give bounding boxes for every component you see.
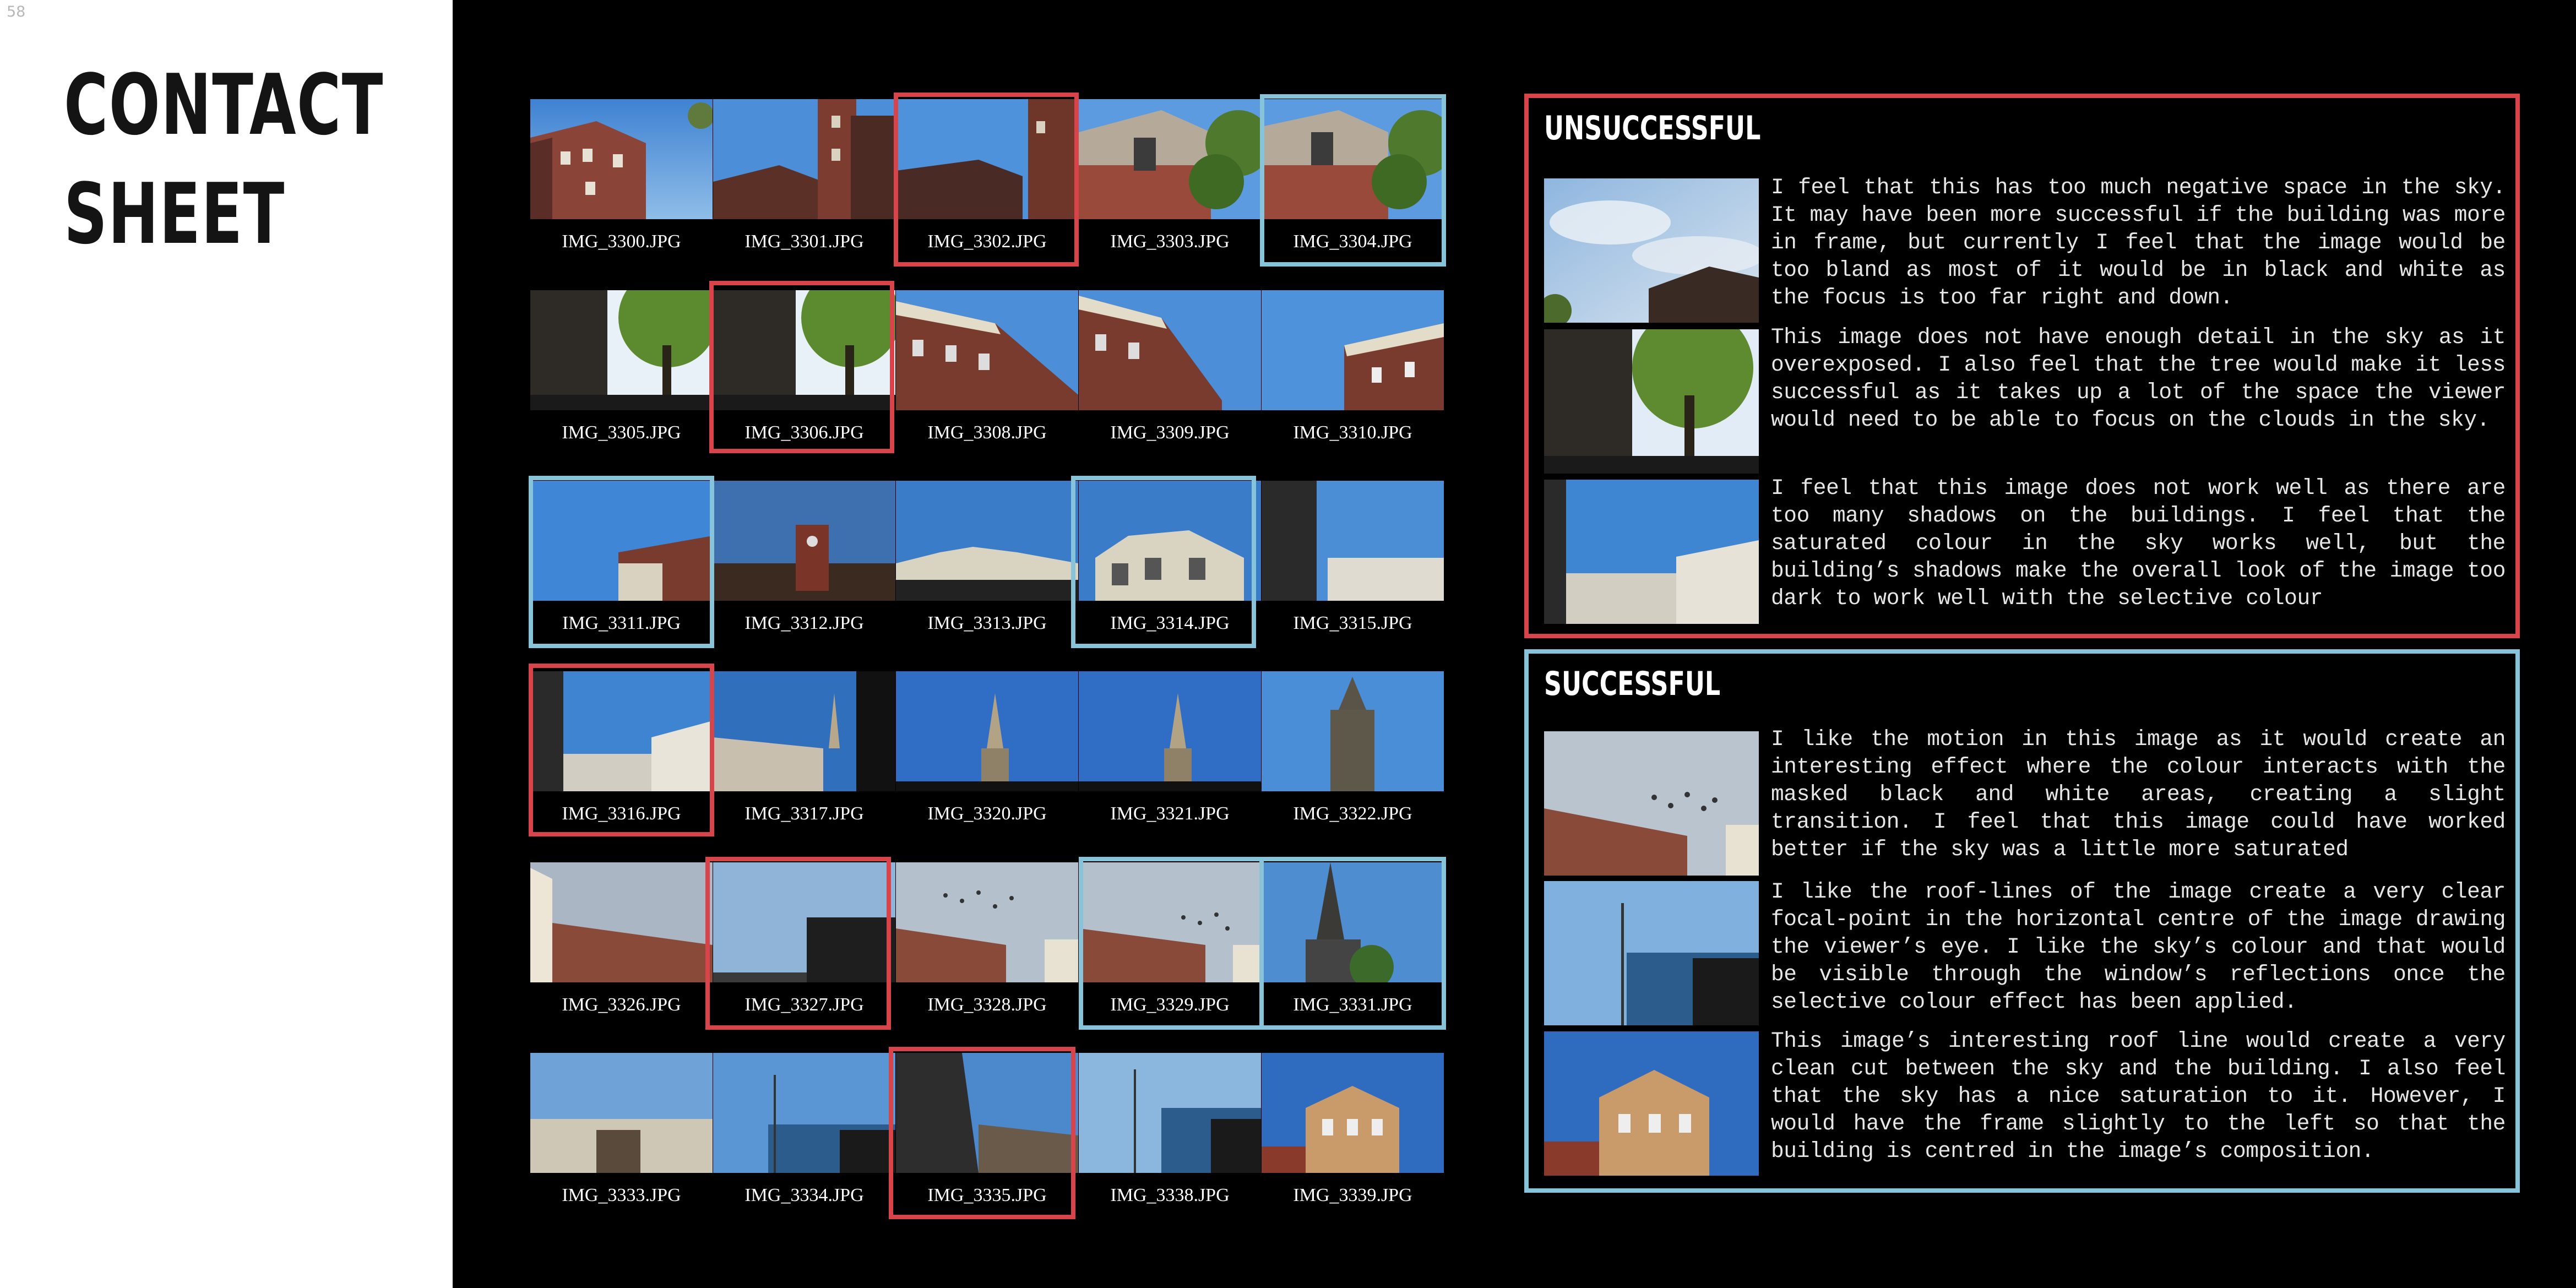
thumbnail-filename: IMG_3317.JPG (744, 803, 864, 824)
thumbnail[interactable]: IMG_3308.JPG (896, 290, 1078, 461)
unsuccessful-heading: UNSUCCESSFUL (1544, 109, 1761, 148)
thumbnail[interactable]: IMG_3326.JPG (530, 862, 713, 1033)
thumbnail[interactable]: IMG_3321.JPG (1079, 671, 1261, 842)
thumbnail-filename: IMG_3321.JPG (1110, 803, 1230, 824)
photo-building-tree (1079, 99, 1261, 219)
photo-church-spire (1079, 671, 1261, 791)
unsuccessful-selection-frame (529, 664, 714, 836)
successful-panel: SUCCESSFUL I like the motion in this ima… (1524, 649, 2520, 1193)
successful-comment: I like the motion in this image as it wo… (1771, 727, 2506, 862)
photo-street-buildings (1262, 481, 1444, 601)
page-number: 58 (7, 3, 26, 20)
photo-building-sky (1079, 290, 1261, 410)
photo-building-sky (896, 290, 1078, 410)
photo-church-tower (1262, 671, 1444, 791)
thumbnail[interactable]: IMG_3333.JPG (530, 1053, 713, 1224)
thumbnail-filename: IMG_3315.JPG (1293, 613, 1412, 633)
photo-tree-building (530, 290, 713, 410)
photo-church-spire (896, 671, 1078, 791)
photo-church-spire (713, 671, 895, 791)
unsuccessful-comment: I feel that this image does not work wel… (1771, 476, 2506, 611)
thumbnail[interactable]: IMG_3322.JPG (1262, 671, 1444, 842)
photo-building-sky (1544, 178, 1759, 323)
thumbnail-filename: IMG_3333.JPG (562, 1185, 681, 1205)
thumbnail[interactable]: IMG_3313.JPG (896, 481, 1078, 651)
photo-birds-brick (1544, 731, 1759, 876)
thumbnail[interactable]: IMG_3303.JPG (1079, 99, 1261, 270)
thumbnail[interactable]: IMG_3310.JPG (1262, 290, 1444, 461)
successful-comment: I like the roof-lines of the image creat… (1771, 879, 2506, 1014)
thumbnail-filename: IMG_3310.JPG (1293, 422, 1412, 443)
thumbnail-filename: IMG_3303.JPG (1110, 231, 1230, 252)
thumbnail[interactable]: IMG_3309.JPG (1079, 290, 1261, 461)
thumbnail[interactable]: IMG_3312.JPG (713, 481, 895, 651)
thumbnail-filename: IMG_3313.JPG (927, 613, 1047, 633)
unsuccessful-selection-frame (705, 857, 891, 1030)
thumbnail[interactable]: IMG_3300.JPG (530, 99, 713, 270)
thumbnail-filename: IMG_3334.JPG (744, 1185, 864, 1205)
thumbnail-filename: IMG_3305.JPG (562, 422, 681, 443)
photo-modern-building (1544, 881, 1759, 1025)
thumbnail[interactable]: IMG_3315.JPG (1262, 481, 1444, 651)
photo-modern-building (713, 1053, 895, 1173)
thumbnail-filename: IMG_3326.JPG (562, 994, 681, 1015)
photo-building-sky (1262, 290, 1444, 410)
thumbnail-filename: IMG_3338.JPG (1110, 1185, 1230, 1205)
thumbnail[interactable]: IMG_3320.JPG (896, 671, 1078, 842)
photo-street-buildings (1544, 480, 1759, 624)
successful-comment: This image’s interesting roof line would… (1771, 1029, 2506, 1164)
photo-shop-fronts (896, 481, 1078, 601)
unsuccessful-panel: UNSUCCESSFUL I feel that this has too mu… (1524, 94, 2520, 638)
thumbnail-filename: IMG_3308.JPG (927, 422, 1047, 443)
title-line-2: SHEET (64, 165, 285, 263)
photo-clock-tower (713, 481, 895, 601)
unsuccessful-selection-frame (894, 93, 1079, 267)
thumbnail-filename: IMG_3322.JPG (1293, 803, 1412, 824)
photo-building-sky (530, 99, 713, 219)
photo-ornate-building (1544, 1031, 1759, 1176)
thumbnail-filename: IMG_3312.JPG (744, 613, 864, 633)
thumbnail-filename: IMG_3339.JPG (1293, 1185, 1412, 1205)
thumbnail[interactable]: IMG_3334.JPG (713, 1053, 895, 1224)
photo-ornate-building (1262, 1053, 1444, 1173)
thumbnail[interactable]: IMG_3305.JPG (530, 290, 713, 461)
successful-selection-frame (529, 476, 714, 648)
successful-heading: SUCCESSFUL (1544, 665, 1721, 703)
thumbnail[interactable]: IMG_3339.JPG (1262, 1053, 1444, 1224)
thumbnail-filename: IMG_3328.JPG (927, 994, 1047, 1015)
title-line-1: CONTACT (64, 56, 384, 154)
title-sidebar: 58 CONTACT SHEET (0, 0, 453, 1288)
successful-selection-frame (1260, 94, 1446, 267)
unsuccessful-selection-frame (709, 281, 894, 453)
photo-tree-building (1544, 329, 1759, 474)
thumbnail[interactable]: IMG_3317.JPG (713, 671, 895, 842)
thumbnail[interactable]: IMG_3338.JPG (1079, 1053, 1261, 1224)
page-title: CONTACT SHEET (64, 51, 384, 269)
successful-selection-frame (1071, 476, 1256, 648)
unsuccessful-comment: This image does not have enough detail i… (1771, 325, 2506, 432)
thumbnail[interactable]: IMG_3328.JPG (896, 862, 1078, 1033)
photo-building-sky (713, 99, 895, 219)
thumbnail-filename: IMG_3320.JPG (927, 803, 1047, 824)
photo-street-buildings (530, 1053, 713, 1173)
unsuccessful-comment: I feel that this has too much negative s… (1771, 175, 2506, 310)
successful-selection-frame (1259, 857, 1446, 1030)
thumbnail[interactable]: IMG_3301.JPG (713, 99, 895, 270)
unsuccessful-selection-frame (889, 1047, 1075, 1219)
photo-brick-building (530, 862, 713, 982)
thumbnail-filename: IMG_3300.JPG (562, 231, 681, 252)
photo-birds-brick (896, 862, 1078, 982)
successful-selection-frame (1079, 857, 1264, 1030)
photo-modern-building (1079, 1053, 1261, 1173)
thumbnail-filename: IMG_3301.JPG (744, 231, 864, 252)
thumbnail-filename: IMG_3309.JPG (1110, 422, 1230, 443)
